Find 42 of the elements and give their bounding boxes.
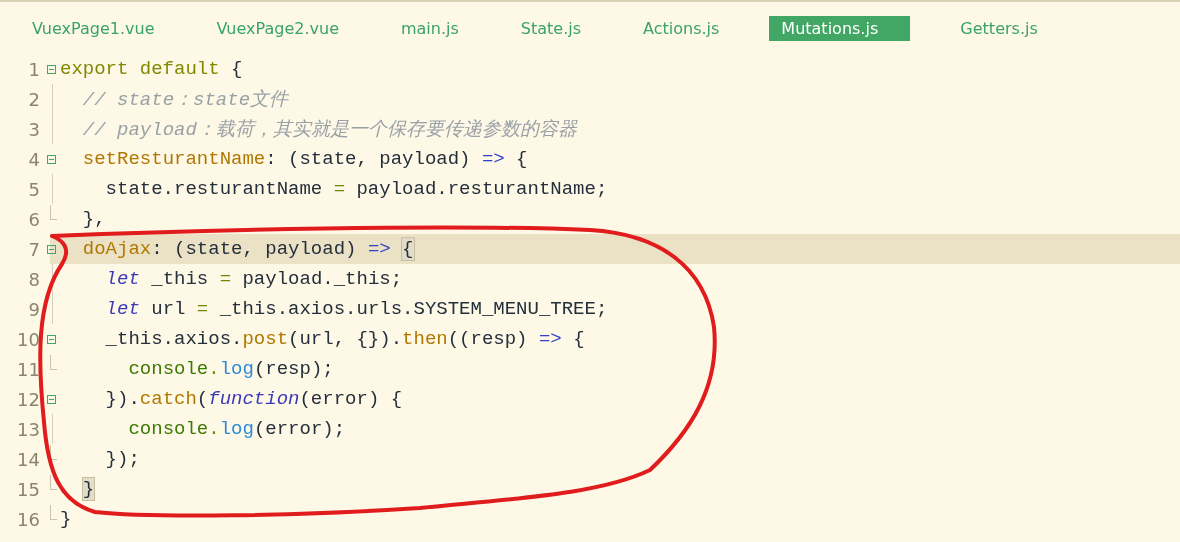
code-line: }, <box>81 208 106 230</box>
file-tab[interactable]: Mutations.js <box>769 15 911 41</box>
line-number: 1 <box>27 58 40 80</box>
code-line: }).catch(function(error) { <box>104 388 403 410</box>
file-tab[interactable]: VuexPage2.vue <box>204 15 351 41</box>
line-number: 4 <box>27 148 40 170</box>
line-number: 9 <box>27 298 40 320</box>
code-line: state.resturantName = payload.resturantName; <box>104 178 608 200</box>
code-line: _this.axios.post(url, {}).then((resp) => { <box>104 328 585 350</box>
file-tab[interactable]: main.js <box>388 15 471 41</box>
fold-icon[interactable] <box>46 64 56 74</box>
code-line: let url = _this.axios.urls.SYSTEM_MENU_TREE; <box>104 298 608 320</box>
fold-icon[interactable] <box>46 334 56 344</box>
line-number: 16 <box>16 508 40 530</box>
line-number: 2 <box>27 88 40 110</box>
code-line: console.log(error); <box>127 418 346 440</box>
code-line: console.log(resp); <box>127 358 334 380</box>
file-tab[interactable]: VuexPage1.vue <box>20 15 167 41</box>
line-number: 8 <box>27 268 40 290</box>
line-number: 5 <box>27 178 40 200</box>
file-tab[interactable]: Getters.js <box>948 15 1050 41</box>
line-number: 3 <box>27 118 40 140</box>
code-line: // payload：载荷，其实就是一个保存要传递参数的容器 <box>81 118 577 142</box>
line-number: 10 <box>16 328 40 350</box>
code-line: }); <box>104 448 140 470</box>
file-tab[interactable]: Actions.js <box>631 15 732 41</box>
line-number: 14 <box>16 448 40 470</box>
file-tab[interactable]: State.js <box>508 15 594 41</box>
fold-icon[interactable] <box>46 244 56 254</box>
code-line: doAjax: (state, payload) => { <box>81 238 415 260</box>
code-line: setResturantName: (state, payload) => { <box>81 148 528 170</box>
fold-icon[interactable] <box>46 154 56 164</box>
code-line: export default { <box>60 58 243 80</box>
line-number: 6 <box>27 208 40 230</box>
line-number: 15 <box>16 478 40 500</box>
code-line: // state：state文件 <box>81 88 289 112</box>
line-number: 12 <box>16 388 40 410</box>
code-line: let _this = payload._this; <box>104 268 403 290</box>
fold-icon[interactable] <box>46 394 56 404</box>
line-number: 7 <box>27 238 40 260</box>
code-line: } <box>60 508 72 530</box>
line-number: 13 <box>16 418 40 440</box>
